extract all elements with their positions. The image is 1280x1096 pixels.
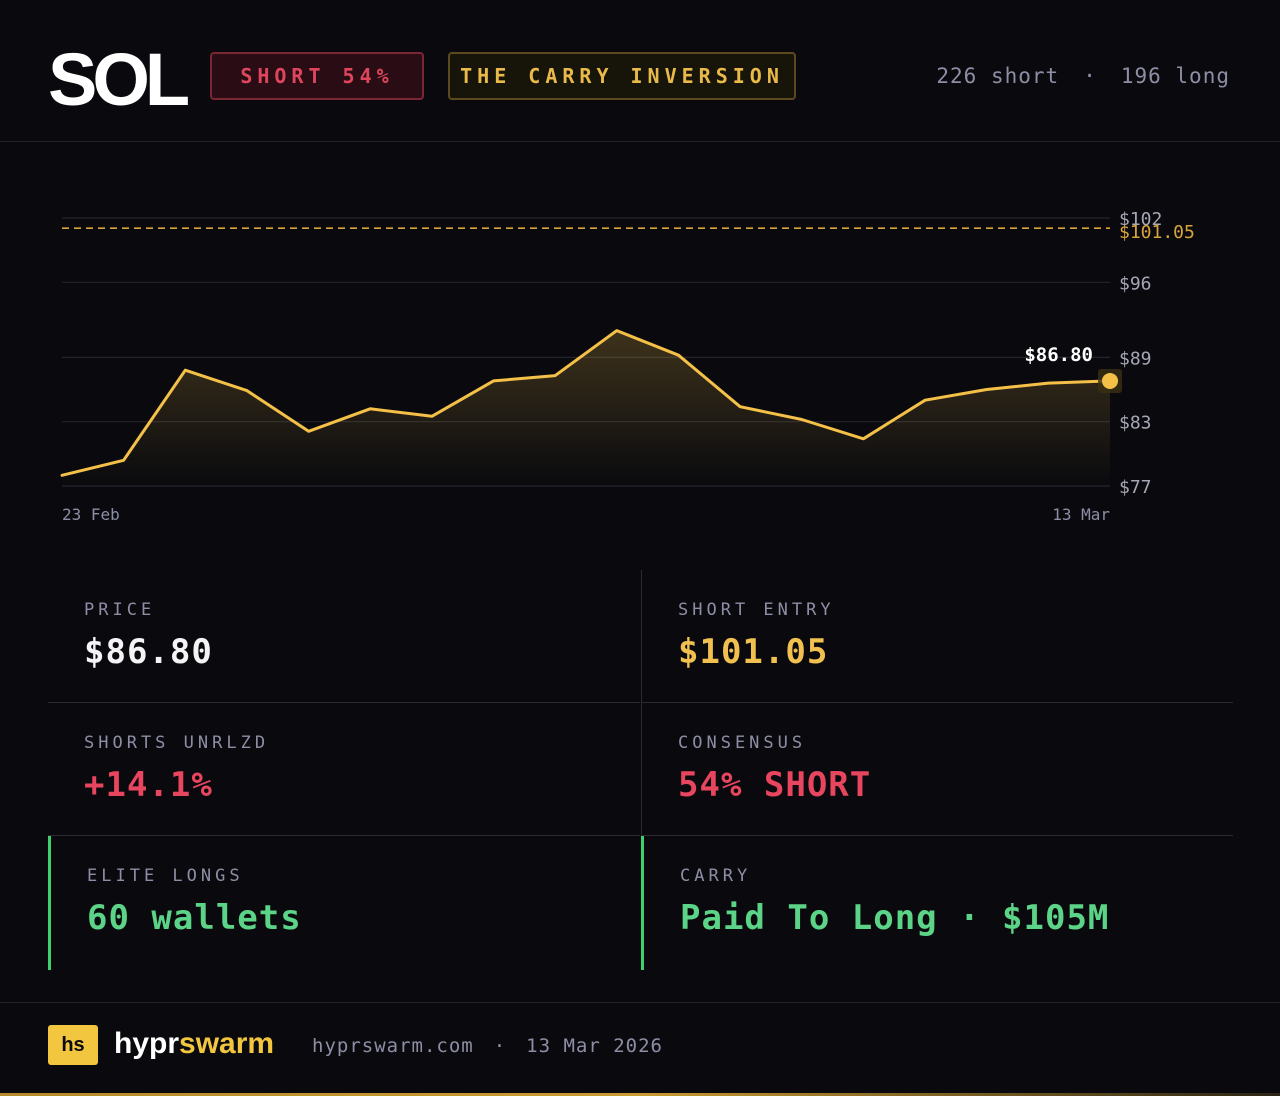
site-link[interactable]: hyprswarm.com (312, 1035, 474, 1057)
x-start-label: 23 Feb (62, 505, 120, 524)
stat-elite-longs-label: ELITE LONGS (87, 866, 244, 886)
stat-consensus: CONSENSUS 54% SHORT (641, 703, 1233, 836)
stat-elite-longs: ELITE LONGS 60 wallets (48, 836, 640, 970)
brand-logo: hs (48, 1025, 98, 1065)
stat-shorts-unrealized-label: SHORTS UNRLZD (84, 733, 270, 753)
stat-carry-label: CARRY (680, 866, 752, 886)
brand-name: hyprswarm (114, 1027, 274, 1061)
stat-shorts-unrealized: SHORTS UNRLZD +14.1% (48, 703, 640, 836)
stat-consensus-value: 54% SHORT (678, 765, 872, 805)
header: SOL SHORT 54% THE CARRY INVERSION 226 sh… (0, 0, 1280, 142)
stat-price-label: PRICE (84, 600, 156, 620)
last-price-label: $86.80 (1024, 344, 1093, 366)
stats-grid: PRICE $86.80 SHORT ENTRY $101.05 SHORTS … (48, 570, 1233, 970)
reference-line-label: $101.05 (1119, 222, 1195, 243)
position-badge: SHORT 54% (210, 52, 424, 100)
footer: hs hyprswarm hyprswarm.com · 13 Mar 2026 (0, 1002, 1280, 1096)
count-separator: · (1083, 64, 1097, 88)
long-count: 196 long (1120, 64, 1230, 88)
x-end-label: 13 Mar (1052, 505, 1110, 524)
thesis-badge: THE CARRY INVERSION (448, 52, 796, 100)
price-chart-svg: $77$83$89$96$102 $101.05 $86.80 23 Feb 13… (60, 209, 1195, 524)
stat-price: PRICE $86.80 (48, 570, 640, 703)
stat-shorts-unrealized-value: +14.1% (84, 765, 213, 805)
short-count: 226 short (936, 64, 1060, 88)
stat-short-entry-value: $101.05 (678, 632, 829, 672)
stat-short-entry-label: SHORT ENTRY (678, 600, 835, 620)
stat-carry: CARRY Paid To Long · $105M (641, 836, 1233, 970)
footer-separator: · (493, 1035, 507, 1057)
stat-carry-value: Paid To Long · $105M (680, 898, 1110, 938)
brand-name-part2: swarm (179, 1027, 275, 1060)
footer-meta: hyprswarm.com · 13 Mar 2026 (312, 1035, 663, 1057)
footer-date: 13 Mar 2026 (526, 1035, 664, 1057)
y-tick-label: $83 (1119, 413, 1152, 434)
signal-card: SOL SHORT 54% THE CARRY INVERSION 226 sh… (0, 0, 1280, 1096)
position-counts: 226 short · 196 long (936, 64, 1230, 88)
last-price-point (1102, 372, 1118, 389)
ticker-symbol: SOL (48, 38, 190, 121)
stat-elite-longs-value: 60 wallets (87, 898, 302, 938)
stat-price-value: $86.80 (84, 632, 213, 672)
y-tick-label: $77 (1119, 477, 1152, 498)
y-tick-label: $89 (1119, 348, 1152, 369)
stat-consensus-label: CONSENSUS (678, 733, 807, 753)
price-chart: $77 $83 $89 $96 $102 $101.05 $86.80 23 Feb 13… (0, 142, 1280, 542)
stat-short-entry: SHORT ENTRY $101.05 (641, 570, 1233, 703)
y-tick-label: $96 (1119, 273, 1152, 294)
brand-name-part1: hypr (114, 1027, 180, 1060)
